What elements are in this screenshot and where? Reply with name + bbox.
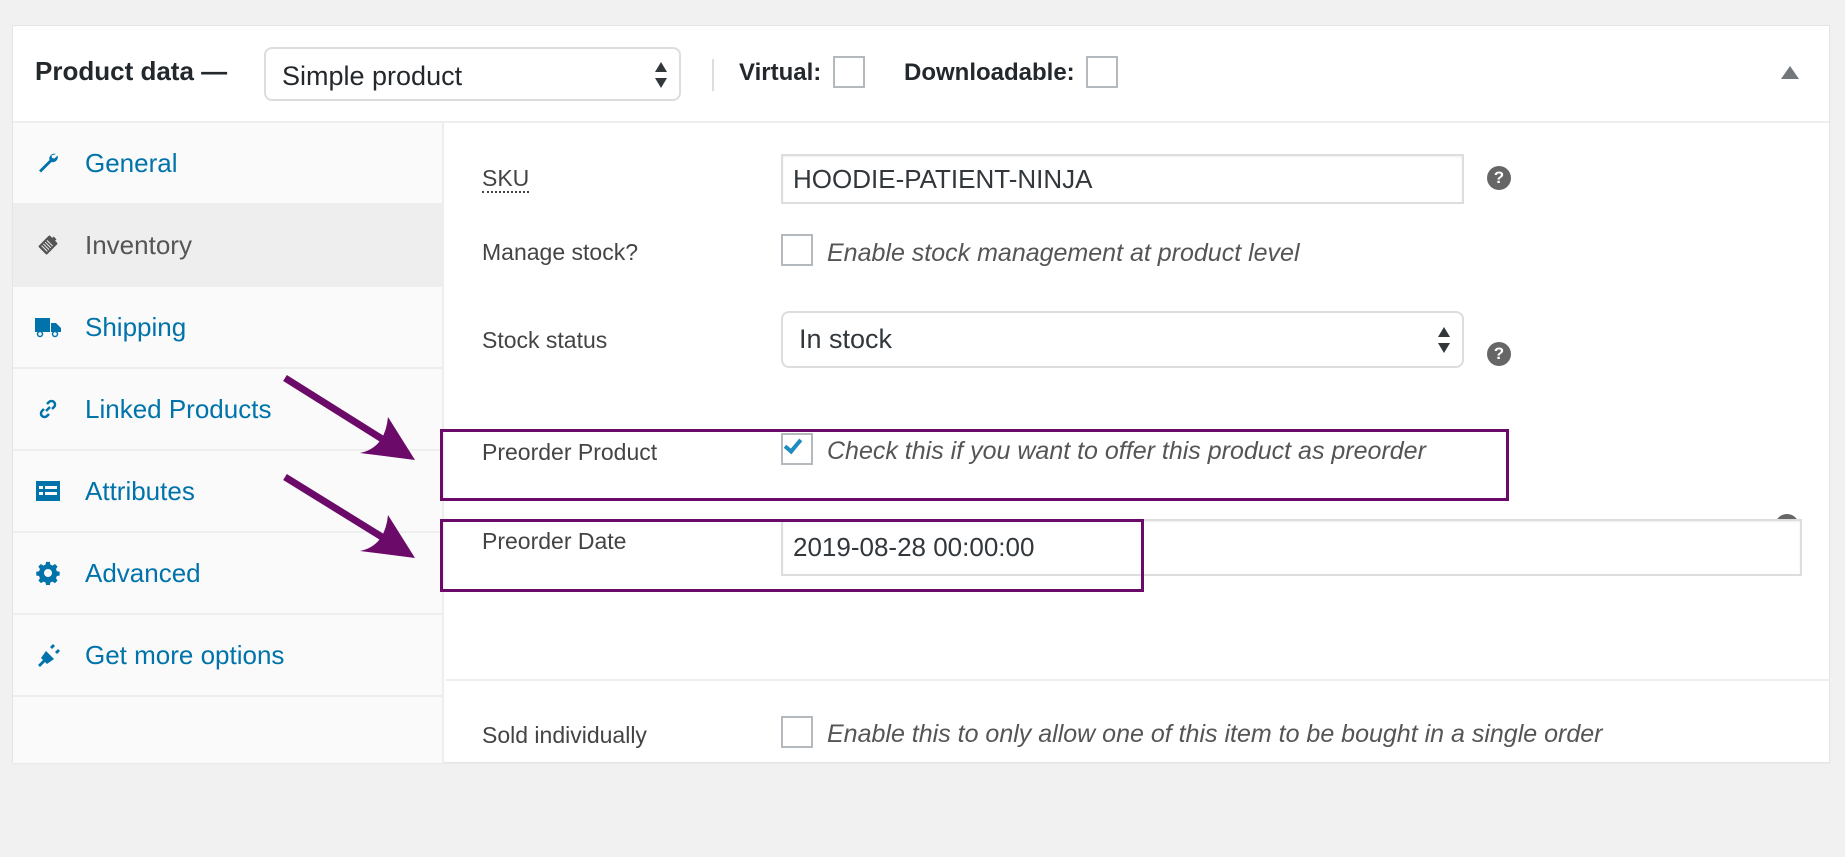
- plugin-icon: [35, 642, 61, 668]
- tab-inventory[interactable]: Inventory: [13, 205, 442, 287]
- link-icon: [35, 396, 61, 422]
- stock-status-help-icon[interactable]: ?: [1487, 342, 1511, 366]
- wrench-icon: [35, 150, 61, 176]
- manage-stock-checkbox[interactable]: [781, 234, 813, 266]
- select-arrows-icon: [655, 62, 667, 88]
- tag-icon: [35, 232, 61, 258]
- tab-advanced[interactable]: Advanced: [13, 533, 442, 615]
- collapse-toggle-icon[interactable]: [1781, 66, 1799, 79]
- sold-individually-description: Enable this to only allow one of this it…: [827, 720, 1603, 748]
- stock-status-label: Stock status: [482, 327, 608, 353]
- product-type-value: Simple product: [282, 61, 463, 91]
- tab-label: Linked Products: [85, 393, 272, 424]
- truck-icon: [35, 314, 61, 340]
- tab-label: Inventory: [85, 229, 192, 260]
- downloadable-label: Downloadable:: [904, 59, 1075, 86]
- downloadable-checkbox[interactable]: [1086, 56, 1118, 88]
- preorder-product-highlight: [440, 429, 1509, 501]
- select-arrows-icon: [1438, 327, 1450, 353]
- product-type-select[interactable]: Simple product: [264, 47, 681, 101]
- tab-get-more-options[interactable]: Get more options: [13, 615, 442, 697]
- preorder-date-highlight: [440, 519, 1144, 592]
- virtual-label: Virtual:: [739, 59, 822, 86]
- gear-icon: [35, 560, 61, 586]
- tab-label: General: [85, 147, 178, 178]
- manage-stock-label: Manage stock?: [482, 239, 638, 265]
- stock-status-select[interactable]: In stock: [781, 311, 1464, 368]
- tab-general[interactable]: General: [13, 123, 442, 205]
- tab-label: Attributes: [85, 475, 195, 506]
- header-separator: [712, 59, 714, 91]
- tab-attributes[interactable]: Attributes: [13, 451, 442, 533]
- panel-title: Product data —: [35, 56, 228, 86]
- stock-status-value: In stock: [799, 324, 893, 354]
- sold-individually-checkbox[interactable]: [781, 716, 813, 748]
- virtual-checkbox[interactable]: [833, 56, 865, 88]
- sidebar-filler: [13, 697, 442, 857]
- product-data-panel: Product data — Simple product Virtual: D…: [12, 25, 1830, 763]
- tab-label: Get more options: [85, 639, 285, 670]
- tab-label: Advanced: [85, 557, 201, 588]
- list-icon: [35, 478, 61, 504]
- tab-label: Shipping: [85, 311, 187, 342]
- product-data-tabs: General Inventory Shipping Linked Produc…: [13, 123, 444, 763]
- sku-abbr: SKU: [482, 165, 530, 193]
- sold-individually-label: Sold individually: [482, 722, 647, 748]
- tab-linked-products[interactable]: Linked Products: [13, 369, 442, 451]
- panel-header: Product data — Simple product Virtual: D…: [13, 26, 1829, 123]
- section-divider: [446, 679, 1829, 681]
- sku-help-icon[interactable]: ?: [1487, 166, 1511, 190]
- sku-label: SKU: [482, 165, 530, 193]
- tab-shipping[interactable]: Shipping: [13, 287, 442, 369]
- manage-stock-description: Enable stock management at product level: [827, 239, 1300, 267]
- sku-input[interactable]: HOODIE-PATIENT-NINJA: [781, 154, 1464, 204]
